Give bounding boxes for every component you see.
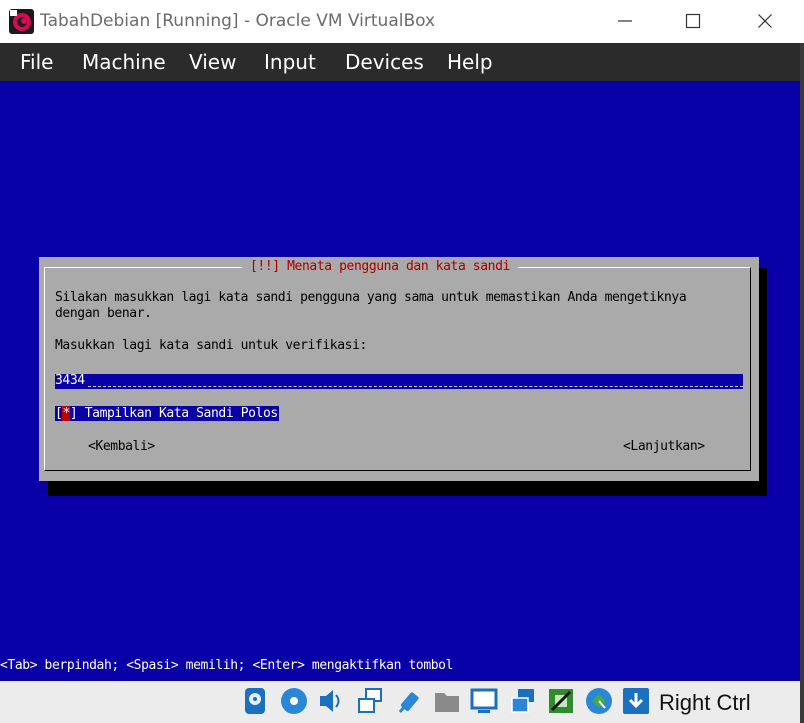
menu-machine[interactable]: Machine <box>82 50 166 74</box>
audio-icon[interactable] <box>316 685 346 717</box>
dialog-title-text: [!!] Menata pengguna dan kata sandi <box>250 259 510 274</box>
display-icon[interactable] <box>469 685 499 717</box>
minimize-icon <box>618 20 632 22</box>
show-password-checkbox[interactable]: [*] Tampilkan Kata Sandi Polos <box>55 406 279 421</box>
menu-devices[interactable]: Devices <box>345 50 424 74</box>
network-icon[interactable] <box>355 685 385 717</box>
vm-display[interactable]: [!!] Menata pengguna dan kata sandi Sila… <box>0 81 800 681</box>
window-frame-edge <box>800 43 804 723</box>
continue-button[interactable]: <Lanjutkan> <box>623 439 705 455</box>
keyboard-help-line: <Tab> berpindah; <Spasi> memilih; <Enter… <box>0 658 454 673</box>
checkbox-check-mark: * <box>62 406 70 421</box>
close-icon <box>758 14 772 28</box>
title-bar: TabahDebian [Running] - Oracle VM Virtua… <box>0 0 804 43</box>
shared-folders-icon[interactable] <box>432 685 462 717</box>
minimize-button[interactable] <box>610 8 640 34</box>
window-title: TabahDebian [Running] - Oracle VM Virtua… <box>40 11 436 31</box>
close-button[interactable] <box>750 8 780 34</box>
description-line-1: Silakan masukkan lagi kata sandi penggun… <box>55 290 687 305</box>
hard-disk-icon[interactable] <box>240 685 270 717</box>
video-capture-icon[interactable] <box>508 685 538 717</box>
cpu-icon[interactable] <box>546 685 576 717</box>
menu-input[interactable]: Input <box>264 50 316 74</box>
dialog-title: [!!] Menata pengguna dan kata sandi <box>242 257 518 277</box>
input-underline <box>88 386 743 387</box>
debian-swirl-icon <box>9 9 34 34</box>
verification-prompt: Masukkan lagi kata sandi untuk verifikas… <box>55 338 367 353</box>
maximize-button[interactable] <box>678 8 708 34</box>
menu-file[interactable]: File <box>20 50 53 74</box>
menu-help[interactable]: Help <box>447 50 493 74</box>
checkbox-label: ] Tampilkan Kata Sandi Polos <box>69 406 278 421</box>
description-line-2: dengan benar. <box>55 306 152 321</box>
maximize-icon <box>685 13 701 29</box>
menu-bar: File Machine View Input Devices Help <box>0 43 800 81</box>
password-value: 3434 <box>55 373 85 388</box>
status-bar: Right Ctrl <box>0 681 800 723</box>
usb-icon[interactable] <box>394 685 424 717</box>
password-verify-input[interactable]: 3434 <box>55 373 743 389</box>
back-button[interactable]: <Kembali> <box>88 439 155 455</box>
keyboard-capture-icon[interactable] <box>621 685 651 717</box>
menu-view[interactable]: View <box>189 50 236 74</box>
host-key-label: Right Ctrl <box>659 690 751 715</box>
optical-drive-icon[interactable] <box>279 685 309 717</box>
mouse-integration-icon[interactable] <box>584 685 614 717</box>
